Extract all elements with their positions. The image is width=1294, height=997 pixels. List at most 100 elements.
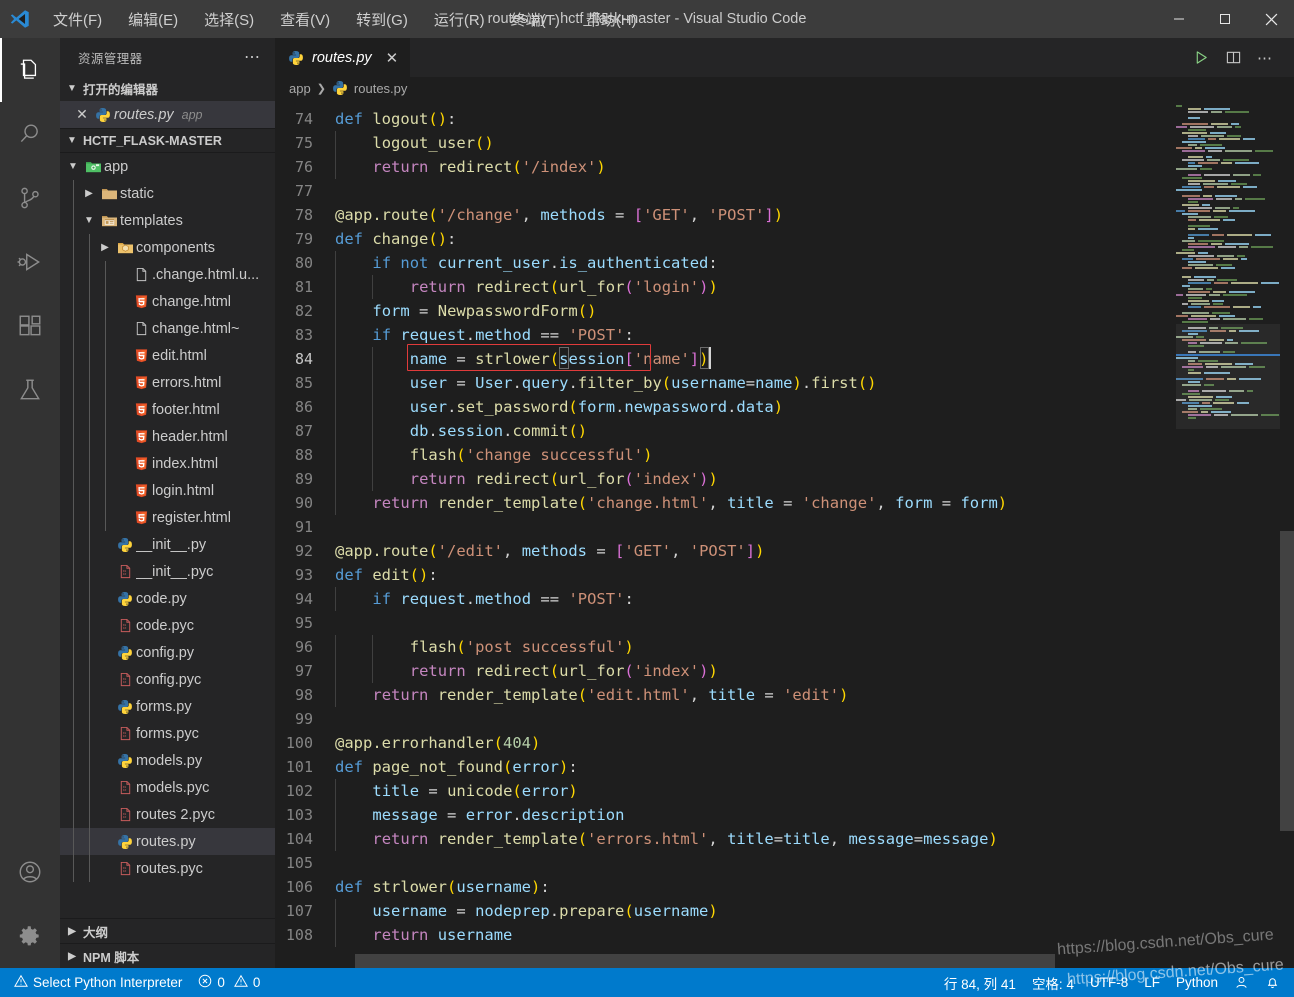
code-line[interactable] (335, 611, 1294, 635)
vertical-scrollbar-thumb[interactable] (1280, 531, 1294, 831)
minimize-button[interactable] (1156, 0, 1202, 38)
horizontal-scrollbar[interactable] (275, 954, 1294, 968)
code-line[interactable]: def page_not_found(error): (335, 755, 1294, 779)
chevron-right-icon[interactable]: ▶ (96, 242, 114, 253)
minimap-slider[interactable] (1176, 324, 1280, 429)
tree-item-models-pyc[interactable]: 0110models.pyc (60, 774, 275, 801)
chevron-right-icon[interactable]: ▶ (80, 188, 98, 199)
close-icon[interactable]: ✕ (72, 106, 92, 123)
menu-file[interactable]: 文件(F) (40, 5, 115, 34)
more-actions-icon[interactable]: ⋯ (1250, 43, 1280, 73)
tree-item-config-py[interactable]: config.py (60, 639, 275, 666)
status-accounts-icon[interactable] (1226, 968, 1257, 997)
tree-item-index-html[interactable]: index.html (60, 450, 275, 477)
tree-item-code-py[interactable]: code.py (60, 585, 275, 612)
minimap[interactable] (1176, 99, 1280, 968)
tree-item-forms-pyc[interactable]: 0110forms.pyc (60, 720, 275, 747)
code-line[interactable]: @app.errorhandler(404) (335, 731, 1294, 755)
code-line[interactable] (335, 851, 1294, 875)
code-line[interactable]: def change(): (335, 227, 1294, 251)
code-line[interactable]: title = unicode(error) (335, 779, 1294, 803)
code-line[interactable]: if request.method == 'POST': (335, 587, 1294, 611)
tab-routes-py[interactable]: routes.py ✕ (275, 38, 410, 77)
code-line[interactable]: return render_template('errors.html', ti… (335, 827, 1294, 851)
code-line[interactable] (335, 515, 1294, 539)
chevron-down-icon[interactable]: ▼ (64, 161, 82, 172)
source-control-icon[interactable] (0, 166, 60, 230)
breadcrumb-app[interactable]: app (289, 81, 311, 96)
status-cursor-position[interactable]: 行 84, 列 41 (936, 968, 1024, 997)
code-line[interactable]: def logout(): (335, 107, 1294, 131)
tree-item-templates[interactable]: ▼templates (60, 207, 275, 234)
tree-item-header-html[interactable]: header.html (60, 423, 275, 450)
section-workspace-folder[interactable]: ▼ HCTF_FLASK-MASTER (60, 128, 275, 153)
menu-terminal[interactable]: 终端(T) (498, 5, 573, 34)
code-line[interactable]: return redirect(url_for('index')) (335, 659, 1294, 683)
menu-go[interactable]: 转到(G) (343, 5, 421, 34)
close-button[interactable] (1248, 0, 1294, 38)
testing-icon[interactable] (0, 358, 60, 422)
code-line[interactable]: flash('change successful') (335, 443, 1294, 467)
maximize-button[interactable] (1202, 0, 1248, 38)
menu-view[interactable]: 查看(V) (267, 5, 343, 34)
code-line[interactable]: form = NewpasswordForm() (335, 299, 1294, 323)
code-line[interactable]: user = User.query.filter_by(username=nam… (335, 371, 1294, 395)
code-line[interactable]: return username (335, 923, 1294, 947)
tree-item--change-html-u-[interactable]: .change.html.u... (60, 261, 275, 288)
code-line[interactable]: flash('post successful') (335, 635, 1294, 659)
code-line[interactable] (335, 179, 1294, 203)
tree-item-routes-2-pyc[interactable]: 0110routes 2.pyc (60, 801, 275, 828)
code-line[interactable]: message = error.description (335, 803, 1294, 827)
code-line[interactable]: @app.route('/edit', methods = ['GET', 'P… (335, 539, 1294, 563)
code-line[interactable]: if not current_user.is_authenticated: (335, 251, 1294, 275)
code-line[interactable]: @app.route('/change', methods = ['GET', … (335, 203, 1294, 227)
tree-item-forms-py[interactable]: forms.py (60, 693, 275, 720)
status-encoding[interactable]: UTF-8 (1082, 968, 1136, 997)
tree-item-login-html[interactable]: login.html (60, 477, 275, 504)
account-icon[interactable] (0, 840, 60, 904)
search-icon[interactable] (0, 102, 60, 166)
extensions-icon[interactable] (0, 294, 60, 358)
status-eol[interactable]: LF (1136, 968, 1168, 997)
breadcrumb-file[interactable]: routes.py (354, 81, 407, 96)
code-editor[interactable]: 7475767778798081828384858687888990919293… (275, 99, 1294, 968)
status-select-python-interpreter[interactable]: Select Python Interpreter (6, 968, 190, 997)
status-notifications-bell-icon[interactable] (1257, 968, 1288, 997)
tree-item-models-py[interactable]: models.py (60, 747, 275, 774)
code-line[interactable]: def strlower(username): (335, 875, 1294, 899)
tree-item-change-html-[interactable]: change.html~ (60, 315, 275, 342)
explorer-icon[interactable] (0, 38, 60, 102)
vertical-scrollbar[interactable] (1280, 99, 1294, 968)
code-line[interactable]: def edit(): (335, 563, 1294, 587)
source-code[interactable]: def logout(): logout_user() return redir… (335, 99, 1294, 968)
tree-item-components[interactable]: ▶components (60, 234, 275, 261)
tree-item-footer-html[interactable]: footer.html (60, 396, 275, 423)
code-line[interactable]: return redirect(url_for('login')) (335, 275, 1294, 299)
section-npm-scripts[interactable]: ▶ NPM 脚本 (60, 943, 275, 968)
menu-selection[interactable]: 选择(S) (191, 5, 267, 34)
code-line[interactable]: db.session.commit() (335, 419, 1294, 443)
menu-run[interactable]: 运行(R) (421, 5, 498, 34)
tree-item-register-html[interactable]: register.html (60, 504, 275, 531)
code-line[interactable]: return render_template('edit.html', titl… (335, 683, 1294, 707)
code-line[interactable]: return redirect('/index') (335, 155, 1294, 179)
chevron-down-icon[interactable]: ▼ (80, 215, 98, 226)
code-line[interactable]: if request.method == 'POST': (335, 323, 1294, 347)
code-line[interactable]: username = nodeprep.prepare(username) (335, 899, 1294, 923)
tree-item-errors-html[interactable]: errors.html (60, 369, 275, 396)
tree-item-change-html[interactable]: change.html (60, 288, 275, 315)
code-line[interactable]: return render_template('change.html', ti… (335, 491, 1294, 515)
explorer-more-icon[interactable]: ⋯ (236, 47, 269, 67)
status-problems[interactable]: 0 0 (190, 968, 268, 997)
split-editor-icon[interactable] (1218, 43, 1248, 73)
tree-item-edit-html[interactable]: edit.html (60, 342, 275, 369)
run-python-file-icon[interactable] (1186, 43, 1216, 73)
tree-item-static[interactable]: ▶static (60, 180, 275, 207)
tree-item--init-py[interactable]: __init__.py (60, 531, 275, 558)
code-line[interactable]: user.set_password(form.newpassword.data) (335, 395, 1294, 419)
code-line[interactable] (335, 707, 1294, 731)
tree-item-routes-py[interactable]: routes.py (60, 828, 275, 855)
open-editor-routes-py[interactable]: ✕ routes.py app (60, 101, 275, 128)
section-open-editors[interactable]: ▼ 打开的编辑器 (60, 76, 275, 101)
tree-item-code-pyc[interactable]: 0110code.pyc (60, 612, 275, 639)
